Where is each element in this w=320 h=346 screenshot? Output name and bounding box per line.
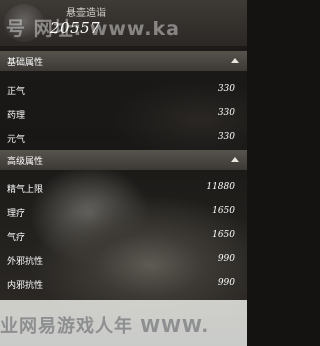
- attribute-name: 气疗: [7, 233, 26, 243]
- attribute-row: 精气上限 11880: [0, 176, 247, 200]
- attribute-name: 外邪抗性: [7, 257, 44, 267]
- attribute-name: 精气上限: [7, 185, 44, 195]
- attribute-value: 990: [217, 254, 235, 264]
- attribute-value: 1650: [212, 206, 235, 216]
- attribute-name: 内邪抗性: [7, 281, 44, 291]
- collapse-caret-icon[interactable]: [231, 58, 239, 63]
- attribute-row: 内邪抗性 990: [0, 272, 247, 296]
- attribute-row: 外邪抗性 990: [0, 248, 247, 272]
- attribute-value: 990: [217, 278, 235, 288]
- attribute-row: 元气 330: [0, 126, 247, 150]
- section-header-basic[interactable]: 基础属性: [0, 51, 247, 71]
- attribute-value: 330: [217, 84, 235, 94]
- attribute-value: 1650: [212, 230, 235, 240]
- section-header-advanced[interactable]: 高级属性: [0, 150, 247, 170]
- attribute-row: 正气 330: [0, 78, 247, 102]
- attribute-value: 330: [217, 108, 235, 118]
- header-bar: 号 网址: www.ka 悬壶造诣 20557: [0, 0, 247, 46]
- watermark-bottom: 业网易游戏人年 WWW.: [0, 316, 210, 337]
- score-title: 悬壶造诣: [66, 8, 106, 19]
- collapse-caret-icon[interactable]: [231, 157, 239, 162]
- attribute-row: 理疗 1650: [0, 200, 247, 224]
- attribute-name: 药理: [7, 111, 26, 121]
- section-label: 高级属性: [7, 157, 44, 167]
- attribute-row: 气疗 1650: [0, 224, 247, 248]
- score-value: 20557: [50, 19, 101, 37]
- attribute-value: 330: [217, 132, 235, 142]
- section-label: 基础属性: [7, 58, 44, 68]
- attribute-value: 11880: [206, 182, 235, 192]
- attribute-name: 元气: [7, 135, 26, 145]
- attribute-row: 药理 330: [0, 102, 247, 126]
- attribute-name: 正气: [7, 87, 26, 97]
- attribute-name: 理疗: [7, 209, 26, 219]
